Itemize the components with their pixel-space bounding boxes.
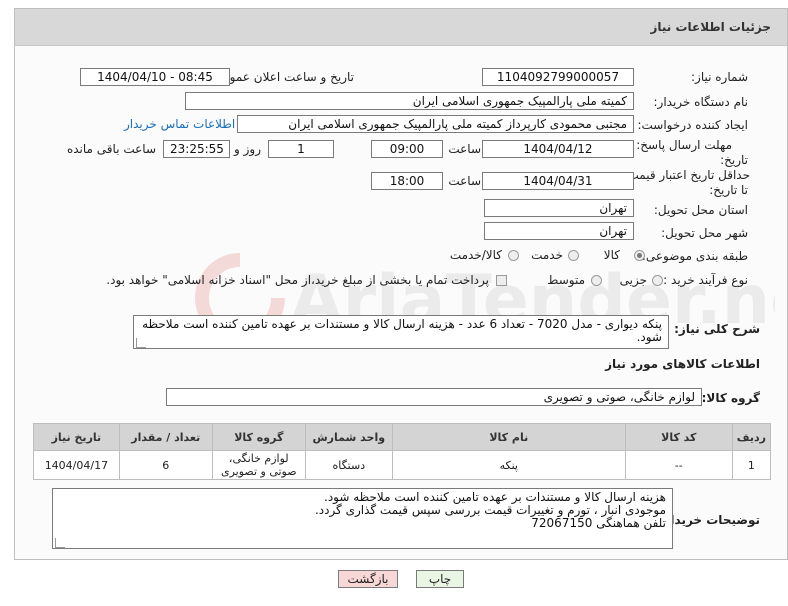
category-option-goods: کالا xyxy=(603,248,620,262)
announce-datetime-label: تاریخ و ساعت اعلان عمومی: xyxy=(209,70,354,84)
purchase-radio-minor[interactable] xyxy=(652,275,663,286)
delivery-province-field: تهران xyxy=(484,199,634,217)
reply-time-field: 09:00 xyxy=(371,140,443,158)
need-number-label: شماره نیاز: xyxy=(691,70,748,84)
requester-label: ایجاد کننده درخواست: xyxy=(637,118,748,132)
cell-qty: 6 xyxy=(118,450,213,480)
goods-table: ردیف کد کالا نام کالا واحد شمارش گروه کا… xyxy=(33,423,772,480)
treasury-payment-note: پرداخت تمام یا بخشی از مبلغ خرید،از محل … xyxy=(106,273,489,287)
col-unit: واحد شمارش xyxy=(304,423,393,451)
col-name: نام کالا xyxy=(391,423,626,451)
reply-deadline-label: مهلت ارسال پاسخ: تا xyxy=(625,138,732,152)
requester-field: مجتبی محمودی کارپرداز کمیته ملی پارالمپی… xyxy=(237,115,634,133)
buyer-notes-textarea: هزینه ارسال کالا و مستندات بر عهده تامین… xyxy=(52,488,673,549)
col-code: کد کالا xyxy=(624,423,733,451)
category-label: طبقه بندی موضوعی: xyxy=(641,249,748,263)
panel-title: جزئیات اطلاعات نیاز xyxy=(650,20,771,34)
notes-resize-handle[interactable] xyxy=(55,538,65,548)
col-qty: تعداد / مقدار xyxy=(118,423,213,451)
buyer-org-label: نام دستگاه خریدار: xyxy=(653,95,749,109)
col-row: ردیف xyxy=(731,423,772,451)
price-validity-label-date: تا تاریخ: xyxy=(709,183,748,197)
category-radio-goods[interactable] xyxy=(634,250,645,261)
announce-datetime-field: 1404/04/10 - 08:45 xyxy=(80,68,230,86)
buyer-org-field: کمیته ملی پارالمپیک جمهوری اسلامی ایران xyxy=(185,92,634,110)
purchase-type-label: نوع فرآیند خرید : xyxy=(663,273,748,287)
cell-date: 1404/04/17 xyxy=(33,450,120,480)
description-label: شرح کلی نیاز: xyxy=(674,322,760,336)
buyer-notes-label: توضیحات خریدار: xyxy=(658,513,760,527)
goods-group-label: گروه کالا: xyxy=(701,391,760,405)
remaining-time-field: 23:25:55 xyxy=(163,140,230,158)
treasury-payment-checkbox[interactable] xyxy=(496,275,507,286)
description-textarea: پنکه دیواری - مدل 7020 - تعداد 6 عدد - ه… xyxy=(133,315,669,349)
goods-section-title: اطلاعات کالاهای مورد نیاز xyxy=(605,357,760,371)
buyer-contact-link[interactable]: اطلاعات تماس خریدار xyxy=(124,117,235,131)
purchase-option-medium: متوسط xyxy=(547,273,585,287)
price-validity-label: حداقل تاریخ اعتبار قیمت: xyxy=(623,168,750,182)
days-label: روز و xyxy=(234,142,261,156)
goods-group-field: لوازم خانگی، صوتی و تصویری xyxy=(166,388,702,406)
goods-table-header: ردیف کد کالا نام کالا واحد شمارش گروه کا… xyxy=(33,423,772,451)
cell-code: -- xyxy=(624,450,733,480)
back-button[interactable]: بازگشت xyxy=(338,570,398,588)
remaining-days-field: 1 xyxy=(268,140,334,158)
reply-deadline-label-date: تاریخ: xyxy=(720,153,748,167)
category-radio-goods-service[interactable] xyxy=(508,250,519,261)
cell-row: 1 xyxy=(731,450,772,480)
delivery-province-label: استان محل تحویل: xyxy=(653,203,748,217)
print-button[interactable]: چاپ xyxy=(416,570,464,588)
delivery-city-field: تهران xyxy=(484,222,634,240)
validity-time-label: ساعت xyxy=(448,174,481,188)
category-option-service: خدمت xyxy=(531,248,563,262)
category-option-goods-service: کالا/خدمت xyxy=(449,248,502,262)
reply-date-field: 1404/04/12 xyxy=(482,140,634,158)
reply-time-label: ساعت xyxy=(448,142,481,156)
need-number-field: 1104092799000057 xyxy=(482,68,634,86)
description-resize-handle[interactable] xyxy=(136,338,146,348)
cell-name: پنکه xyxy=(391,450,626,480)
table-row: 1 -- پنکه دستگاه لوازم خانگی، صوتی و تصو… xyxy=(33,450,772,480)
category-radio-service[interactable] xyxy=(568,250,579,261)
col-date: تاریخ نیاز xyxy=(33,423,120,451)
panel-header: جزئیات اطلاعات نیاز xyxy=(14,8,788,46)
col-group: گروه کالا xyxy=(211,423,306,451)
cell-group: لوازم خانگی، صوتی و تصویری xyxy=(211,450,306,480)
validity-time-field: 18:00 xyxy=(371,172,443,190)
delivery-city-label: شهر محل تحویل: xyxy=(661,226,748,240)
purchase-radio-medium[interactable] xyxy=(591,275,602,286)
remaining-time-label: ساعت باقی مانده xyxy=(66,142,156,156)
cell-unit: دستگاه xyxy=(304,450,393,480)
purchase-option-minor: جزیی xyxy=(619,273,647,287)
validity-date-field: 1404/04/31 xyxy=(482,172,634,190)
